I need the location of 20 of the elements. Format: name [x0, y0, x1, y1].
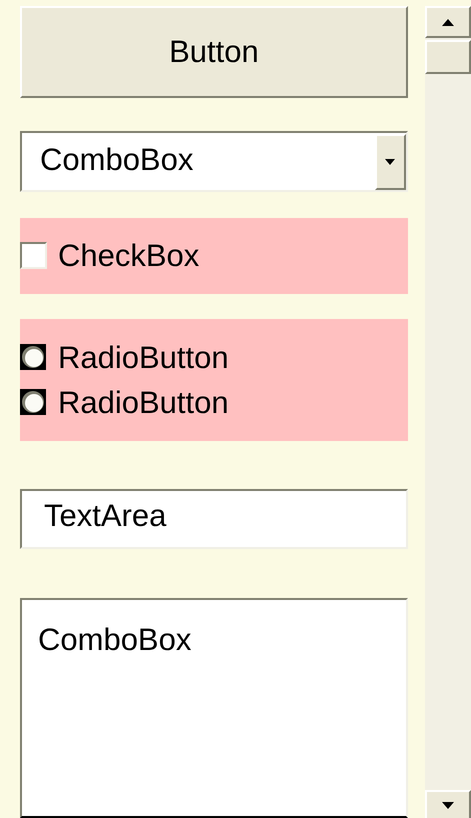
scroll-up-button[interactable] [424, 6, 471, 38]
scroll-thumb[interactable] [424, 40, 471, 74]
list-item[interactable]: ComboBox [38, 624, 406, 655]
radio-button[interactable] [20, 344, 46, 370]
radio-label: RadioButton [58, 342, 229, 373]
combo-box[interactable]: ComboBox [20, 130, 408, 192]
checkbox-label: CheckBox [58, 240, 200, 272]
text-area[interactable]: TextArea [20, 488, 408, 549]
checkbox[interactable] [20, 242, 47, 270]
radio-button[interactable] [20, 389, 46, 416]
text-area-value: TextArea [43, 496, 168, 531]
combo-value: ComboBox [39, 140, 194, 179]
dropdown-button[interactable] [374, 134, 406, 190]
button[interactable]: Button [20, 6, 408, 98]
caret-icon [385, 158, 396, 165]
list-box[interactable]: ComboBox [20, 598, 408, 818]
up-arrow-icon [442, 18, 454, 26]
scroll-down-button[interactable] [424, 790, 471, 818]
down-arrow-icon [442, 802, 454, 808]
radio-label: RadioButton [58, 386, 229, 418]
